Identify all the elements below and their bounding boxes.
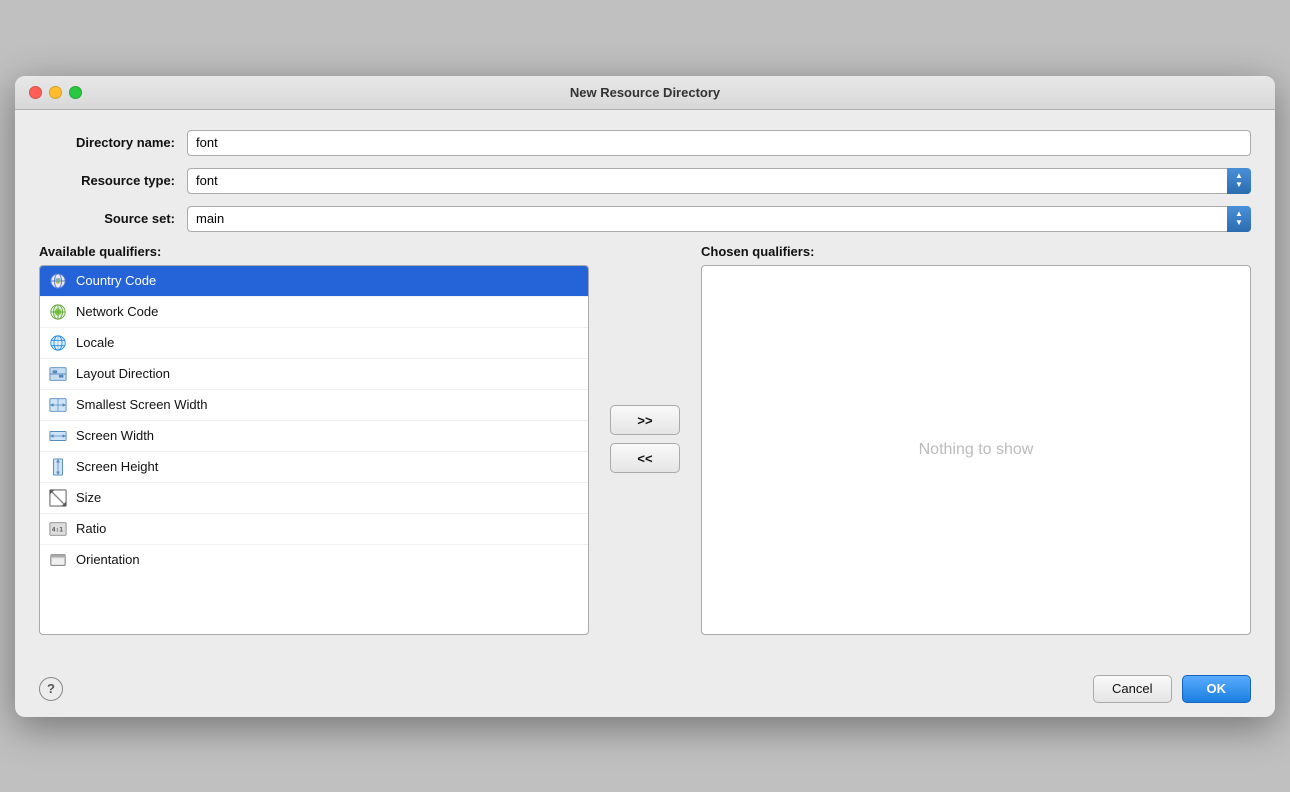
footer-action-buttons: Cancel OK	[1093, 675, 1251, 703]
source-set-wrapper: main test androidTest ▲ ▼	[187, 206, 1251, 232]
dialog-content: Directory name: Resource type: font draw…	[15, 110, 1275, 665]
ok-button[interactable]: OK	[1182, 675, 1252, 703]
help-button[interactable]: ?	[39, 677, 63, 701]
chosen-qualifiers-panel: Chosen qualifiers: Nothing to show	[701, 244, 1251, 635]
country-code-icon	[48, 271, 68, 291]
network-code-label: Network Code	[76, 304, 158, 319]
layout-direction-label: Layout Direction	[76, 366, 170, 381]
screen-height-icon	[48, 457, 68, 477]
locale-icon	[48, 333, 68, 353]
screen-height-label: Screen Height	[76, 459, 158, 474]
screen-width-icon	[48, 426, 68, 446]
ratio-label: Ratio	[76, 521, 106, 536]
minimize-button[interactable]	[49, 86, 62, 99]
directory-name-label: Directory name:	[39, 135, 187, 150]
titlebar: New Resource Directory	[15, 76, 1275, 110]
cancel-button[interactable]: Cancel	[1093, 675, 1171, 703]
nothing-to-show-text: Nothing to show	[919, 441, 1034, 459]
source-set-select[interactable]: main test androidTest	[187, 206, 1251, 232]
size-icon	[48, 488, 68, 508]
resource-type-select[interactable]: font drawable layout values menu	[187, 168, 1251, 194]
qualifier-ratio[interactable]: 4:1 Ratio	[40, 514, 588, 545]
transfer-buttons: >> <<	[605, 244, 685, 635]
dialog: New Resource Directory Directory name: R…	[15, 76, 1275, 717]
resource-type-label: Resource type:	[39, 173, 187, 188]
chosen-qualifiers-box: Nothing to show	[701, 265, 1251, 635]
close-button[interactable]	[29, 86, 42, 99]
qualifier-locale[interactable]: Locale	[40, 328, 588, 359]
maximize-button[interactable]	[69, 86, 82, 99]
svg-text:4:1: 4:1	[52, 526, 64, 533]
source-set-label: Source set:	[39, 211, 187, 226]
qualifier-size[interactable]: Size	[40, 483, 588, 514]
available-qualifiers-label: Available qualifiers:	[39, 244, 589, 259]
add-qualifier-button[interactable]: >>	[610, 405, 680, 435]
qualifiers-section: Available qualifiers: Coun	[39, 244, 1251, 635]
available-qualifiers-panel: Available qualifiers: Coun	[39, 244, 589, 635]
resource-type-row: Resource type: font drawable layout valu…	[39, 168, 1251, 194]
screen-width-label: Screen Width	[76, 428, 154, 443]
qualifier-network-code[interactable]: Network Code	[40, 297, 588, 328]
source-set-row: Source set: main test androidTest ▲ ▼	[39, 206, 1251, 232]
qualifier-smallest-screen-width[interactable]: Smallest Screen Width	[40, 390, 588, 421]
directory-name-input[interactable]	[187, 130, 1251, 156]
traffic-lights	[29, 86, 82, 99]
remove-qualifier-button[interactable]: <<	[610, 443, 680, 473]
qualifier-orientation[interactable]: Orientation	[40, 545, 588, 575]
qualifier-country-code[interactable]: Country Code	[40, 266, 588, 297]
locale-label: Locale	[76, 335, 114, 350]
orientation-icon	[48, 550, 68, 570]
qualifier-screen-height[interactable]: Screen Height	[40, 452, 588, 483]
resource-type-wrapper: font drawable layout values menu ▲ ▼	[187, 168, 1251, 194]
network-code-icon	[48, 302, 68, 322]
chosen-qualifiers-label: Chosen qualifiers:	[701, 244, 1251, 259]
smallest-screen-width-icon	[48, 395, 68, 415]
ratio-icon: 4:1	[48, 519, 68, 539]
qualifier-screen-width[interactable]: Screen Width	[40, 421, 588, 452]
layout-direction-icon	[48, 364, 68, 384]
dialog-footer: ? Cancel OK	[15, 665, 1275, 717]
directory-name-row: Directory name:	[39, 130, 1251, 156]
available-qualifiers-list: Country Code Network Cod	[39, 265, 589, 635]
orientation-label: Orientation	[76, 552, 140, 567]
dialog-title: New Resource Directory	[570, 85, 720, 100]
qualifier-layout-direction[interactable]: Layout Direction	[40, 359, 588, 390]
smallest-screen-width-label: Smallest Screen Width	[76, 397, 208, 412]
size-label: Size	[76, 490, 101, 505]
country-code-label: Country Code	[76, 273, 156, 288]
